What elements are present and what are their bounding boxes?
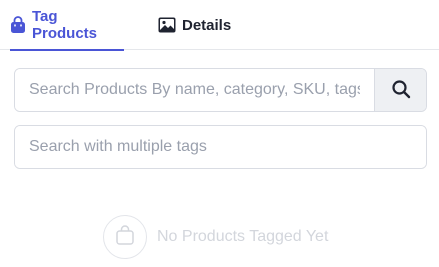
shopping-bag-icon (115, 224, 135, 251)
tab-tag-products[interactable]: Tag Products (10, 0, 124, 51)
image-icon (158, 17, 176, 33)
tab-details[interactable]: Details (158, 0, 231, 50)
empty-state: No Products Tagged Yet (103, 214, 328, 260)
empty-state-icon-circle (103, 215, 147, 259)
tag-search-input[interactable] (15, 126, 426, 168)
product-search-group (14, 68, 427, 112)
product-search-input[interactable] (15, 69, 374, 111)
shopping-bag-icon (10, 16, 26, 34)
tab-tag-products-label: Tag Products (32, 8, 98, 42)
tab-details-label: Details (182, 16, 232, 34)
empty-state-text: No Products Tagged Yet (157, 228, 329, 245)
search-icon (391, 79, 411, 102)
active-tab-indicator (10, 49, 124, 51)
tag-search-group (14, 125, 427, 169)
tag-products-panel: Tag Products Details Search Products By … (0, 0, 439, 267)
tab-bar: Tag Products Details (0, 0, 439, 51)
search-button[interactable] (374, 69, 426, 111)
